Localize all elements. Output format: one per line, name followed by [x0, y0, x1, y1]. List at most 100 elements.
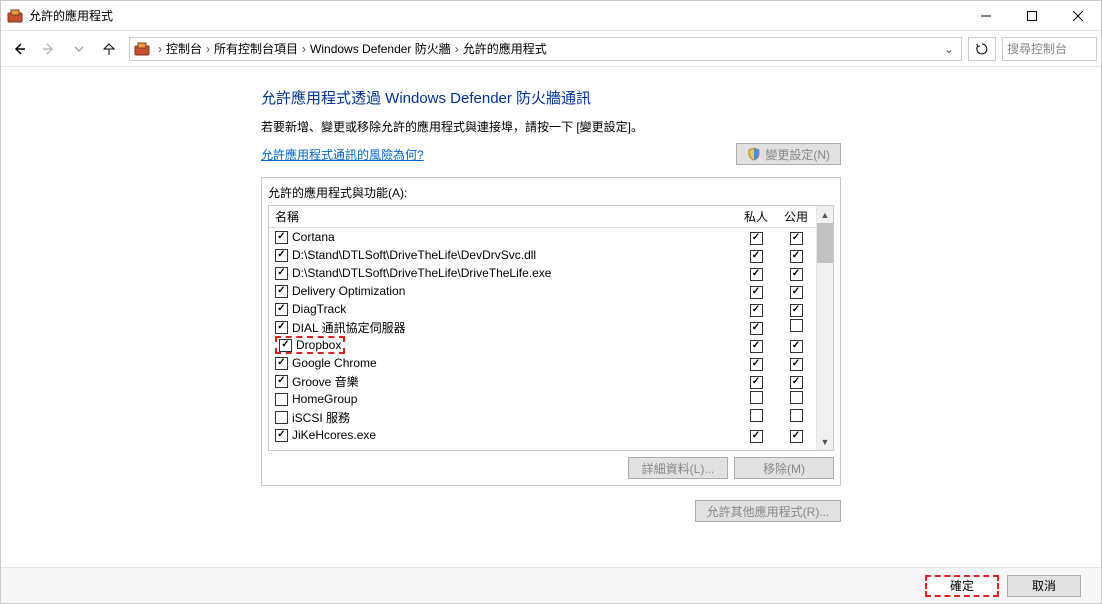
- breadcrumb-item[interactable]: 所有控制台項目: [214, 40, 298, 57]
- page-title: 允許應用程式透過 Windows Defender 防火牆通訊: [261, 87, 841, 108]
- col-header-name[interactable]: 名稱: [269, 208, 736, 225]
- breadcrumb-item[interactable]: 允許的應用程式: [463, 40, 547, 57]
- private-checkbox[interactable]: [750, 304, 763, 317]
- public-checkbox[interactable]: [790, 358, 803, 371]
- scroll-down-icon[interactable]: ▼: [817, 433, 833, 450]
- remove-button[interactable]: 移除(M): [734, 457, 834, 479]
- app-name-label: JiKeHcores.exe: [292, 428, 376, 442]
- public-checkbox[interactable]: [790, 319, 803, 332]
- public-checkbox[interactable]: [790, 340, 803, 353]
- list-item[interactable]: HomeGroup: [269, 390, 816, 408]
- scrollbar[interactable]: ▲ ▼: [816, 206, 833, 450]
- allowed-apps-listview[interactable]: 名稱 私人 公用 Cortana D:\Stand\DTLSoft\DriveTh…: [268, 205, 834, 451]
- app-enabled-checkbox[interactable]: [275, 393, 288, 406]
- app-name-label: Cortana: [292, 230, 335, 244]
- private-checkbox[interactable]: [750, 340, 763, 353]
- public-checkbox[interactable]: [790, 391, 803, 404]
- list-item[interactable]: DIAL 通訊協定伺服器: [269, 318, 816, 336]
- breadcrumb[interactable]: › 控制台 › 所有控制台項目 › Windows Defender 防火牆 ›…: [129, 37, 962, 61]
- ok-button[interactable]: 確定: [925, 575, 999, 597]
- public-checkbox[interactable]: [790, 304, 803, 317]
- private-checkbox[interactable]: [750, 358, 763, 371]
- highlighted-item: Dropbox: [275, 336, 345, 354]
- private-checkbox[interactable]: [750, 232, 763, 245]
- app-enabled-checkbox[interactable]: [275, 429, 288, 442]
- app-name-label: D:\Stand\DTLSoft\DriveTheLife\DriveTheLi…: [292, 266, 551, 280]
- list-item[interactable]: JiKeHcores.exe: [269, 426, 816, 444]
- app-name-label: Google Chrome: [292, 356, 377, 370]
- search-input[interactable]: 搜尋控制台: [1002, 37, 1097, 61]
- close-button[interactable]: [1055, 1, 1101, 31]
- chevron-down-icon[interactable]: ⌄: [941, 42, 957, 56]
- col-header-public[interactable]: 公用: [776, 208, 816, 225]
- public-checkbox[interactable]: [790, 409, 803, 422]
- app-enabled-checkbox[interactable]: [275, 231, 288, 244]
- scroll-up-icon[interactable]: ▲: [817, 206, 833, 223]
- shield-icon: [747, 147, 761, 161]
- change-settings-button[interactable]: 變更設定(N): [736, 143, 841, 165]
- col-header-private[interactable]: 私人: [736, 208, 776, 225]
- chevron-right-icon: ›: [206, 42, 210, 56]
- public-checkbox[interactable]: [790, 430, 803, 443]
- chevron-right-icon: ›: [158, 42, 162, 56]
- app-enabled-checkbox[interactable]: [275, 411, 288, 424]
- risk-link[interactable]: 允許應用程式通訊的風險為何?: [261, 146, 424, 163]
- app-enabled-checkbox[interactable]: [275, 267, 288, 280]
- forward-button[interactable]: [35, 35, 63, 63]
- app-enabled-checkbox[interactable]: [275, 321, 288, 334]
- app-enabled-checkbox[interactable]: [275, 375, 288, 388]
- app-enabled-checkbox[interactable]: [275, 303, 288, 316]
- private-checkbox[interactable]: [750, 409, 763, 422]
- app-enabled-checkbox[interactable]: [275, 357, 288, 370]
- app-name-label: Delivery Optimization: [292, 284, 405, 298]
- public-checkbox[interactable]: [790, 232, 803, 245]
- refresh-button[interactable]: [968, 37, 996, 61]
- search-placeholder: 搜尋控制台: [1007, 40, 1067, 57]
- app-name-label: DIAL 通訊協定伺服器: [292, 319, 406, 336]
- public-checkbox[interactable]: [790, 250, 803, 263]
- list-item[interactable]: Cortana: [269, 228, 816, 246]
- back-button[interactable]: [5, 35, 33, 63]
- app-enabled-checkbox[interactable]: [279, 339, 292, 352]
- breadcrumb-item[interactable]: 控制台: [166, 40, 202, 57]
- list-item[interactable]: Google Chrome: [269, 354, 816, 372]
- scroll-thumb[interactable]: [817, 223, 833, 263]
- details-button[interactable]: 詳細資料(L)...: [628, 457, 728, 479]
- page-subtitle: 若要新增、變更或移除允許的應用程式與連接埠，請按一下 [變更設定]。: [261, 118, 841, 135]
- content-area: 允許應用程式透過 Windows Defender 防火牆通訊 若要新增、變更或…: [1, 67, 1101, 567]
- allow-another-app-button[interactable]: 允許其他應用程式(R)...: [695, 500, 841, 522]
- list-item[interactable]: iSCSI 服務: [269, 408, 816, 426]
- chevron-right-icon: ›: [455, 42, 459, 56]
- recent-dropdown[interactable]: [65, 35, 93, 63]
- breadcrumb-item[interactable]: Windows Defender 防火牆: [310, 40, 451, 57]
- app-name-label: D:\Stand\DTLSoft\DriveTheLife\DevDrvSvc.…: [292, 248, 536, 262]
- list-item[interactable]: Groove 音樂: [269, 372, 816, 390]
- list-item[interactable]: D:\Stand\DTLSoft\DriveTheLife\DriveTheLi…: [269, 264, 816, 282]
- private-checkbox[interactable]: [750, 376, 763, 389]
- app-enabled-checkbox[interactable]: [275, 285, 288, 298]
- app-name-label: DiagTrack: [292, 302, 346, 316]
- list-item[interactable]: D:\Stand\DTLSoft\DriveTheLife\DevDrvSvc.…: [269, 246, 816, 264]
- app-name-label: iSCSI 服務: [292, 409, 350, 426]
- private-checkbox[interactable]: [750, 250, 763, 263]
- list-item[interactable]: Dropbox: [269, 336, 816, 354]
- list-item[interactable]: Delivery Optimization: [269, 282, 816, 300]
- chevron-right-icon: ›: [302, 42, 306, 56]
- private-checkbox[interactable]: [750, 286, 763, 299]
- app-enabled-checkbox[interactable]: [275, 249, 288, 262]
- public-checkbox[interactable]: [790, 268, 803, 281]
- maximize-button[interactable]: [1009, 1, 1055, 31]
- up-button[interactable]: [95, 35, 123, 63]
- private-checkbox[interactable]: [750, 268, 763, 281]
- minimize-button[interactable]: [963, 1, 1009, 31]
- private-checkbox[interactable]: [750, 430, 763, 443]
- list-item[interactable]: DiagTrack: [269, 300, 816, 318]
- breadcrumb-icon: [134, 41, 150, 57]
- cancel-button[interactable]: 取消: [1007, 575, 1081, 597]
- private-checkbox[interactable]: [750, 391, 763, 404]
- app-icon: [7, 8, 23, 24]
- public-checkbox[interactable]: [790, 286, 803, 299]
- private-checkbox[interactable]: [750, 322, 763, 335]
- public-checkbox[interactable]: [790, 376, 803, 389]
- app-name-label: HomeGroup: [292, 392, 357, 406]
